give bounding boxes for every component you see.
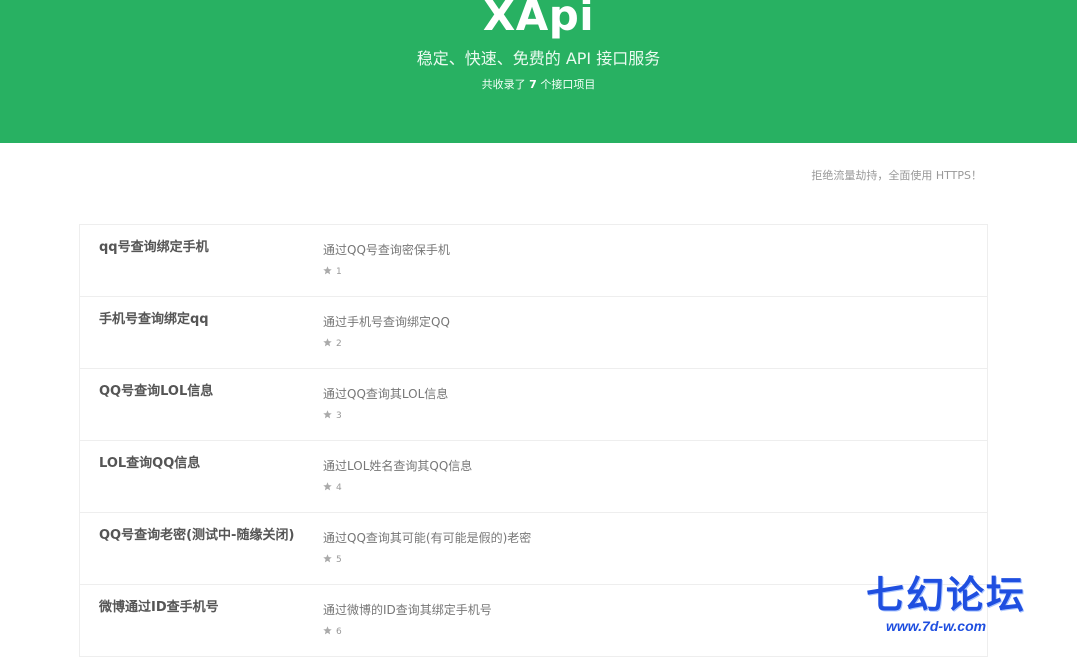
watermark-logo-text: 七幻论坛 xyxy=(866,572,1027,617)
api-description: 通过LOL姓名查询其QQ信息 xyxy=(323,459,473,473)
star-icon xyxy=(323,266,332,275)
star-icon xyxy=(323,338,332,347)
api-description: 通过QQ查询其可能(有可能是假的)老密 xyxy=(323,531,532,545)
watermark-url: www.7d-w.com xyxy=(886,618,987,634)
api-row[interactable]: qq号查询绑定手机 通过QQ号查询密保手机 1 xyxy=(80,225,987,297)
api-row[interactable]: LOL查询QQ信息 通过LOL姓名查询其QQ信息 4 xyxy=(80,441,987,513)
api-row[interactable]: QQ号查询LOL信息 通过QQ查询其LOL信息 3 xyxy=(80,369,987,441)
api-id: 6 xyxy=(336,627,342,637)
api-count-text: 共收录了 7 个接口项目 xyxy=(0,77,1077,93)
api-id: 1 xyxy=(336,267,342,277)
https-notice: 拒绝流量劫持，全面使用 HTTPS！ xyxy=(811,169,982,182)
api-meta: 5 xyxy=(323,554,342,566)
api-description: 通过QQ查询其LOL信息 xyxy=(323,387,449,401)
api-id: 3 xyxy=(336,411,342,421)
api-id: 4 xyxy=(336,483,342,493)
api-name[interactable]: 微博通过ID查手机号 xyxy=(99,599,219,617)
site-title: XApi xyxy=(482,0,595,40)
star-icon xyxy=(323,410,332,419)
api-description: 通过手机号查询绑定QQ xyxy=(323,315,450,329)
api-meta: 6 xyxy=(323,626,342,638)
api-row[interactable]: QQ号查询老密(测试中-随缘关闭) 通过QQ查询其可能(有可能是假的)老密 5 xyxy=(80,513,987,585)
api-description: 通过微博的ID查询其绑定手机号 xyxy=(323,603,492,617)
api-name[interactable]: qq号查询绑定手机 xyxy=(99,239,209,257)
api-list: qq号查询绑定手机 通过QQ号查询密保手机 1 手机号查询绑定qq 通过手机号查… xyxy=(79,224,988,657)
forum-watermark: 七幻论坛 www.7d-w.com xyxy=(866,572,1036,642)
api-description: 通过QQ号查询密保手机 xyxy=(323,243,450,257)
api-meta: 1 xyxy=(323,266,342,278)
hero-banner: XApi 稳定、快速、免费的 API 接口服务 共收录了 7 个接口项目 xyxy=(0,0,1077,143)
api-name[interactable]: LOL查询QQ信息 xyxy=(99,455,200,473)
api-row[interactable]: 微博通过ID查手机号 通过微博的ID查询其绑定手机号 6 xyxy=(80,585,987,657)
api-count-prefix: 共收录了 xyxy=(481,78,530,91)
api-count-suffix: 个接口项目 xyxy=(536,78,596,91)
api-name[interactable]: QQ号查询LOL信息 xyxy=(99,383,213,401)
api-name[interactable]: 手机号查询绑定qq xyxy=(99,311,209,329)
api-meta: 2 xyxy=(323,338,342,350)
api-name[interactable]: QQ号查询老密(测试中-随缘关闭) xyxy=(99,527,294,545)
api-id: 2 xyxy=(336,339,342,349)
site-subtitle: 稳定、快速、免费的 API 接口服务 xyxy=(416,49,661,68)
api-meta: 3 xyxy=(323,410,342,422)
star-icon xyxy=(323,626,332,635)
star-icon xyxy=(323,554,332,563)
api-row[interactable]: 手机号查询绑定qq 通过手机号查询绑定QQ 2 xyxy=(80,297,987,369)
api-meta: 4 xyxy=(323,482,342,494)
star-icon xyxy=(323,482,332,491)
api-id: 5 xyxy=(336,555,342,565)
api-count-number: 7 xyxy=(529,78,537,91)
